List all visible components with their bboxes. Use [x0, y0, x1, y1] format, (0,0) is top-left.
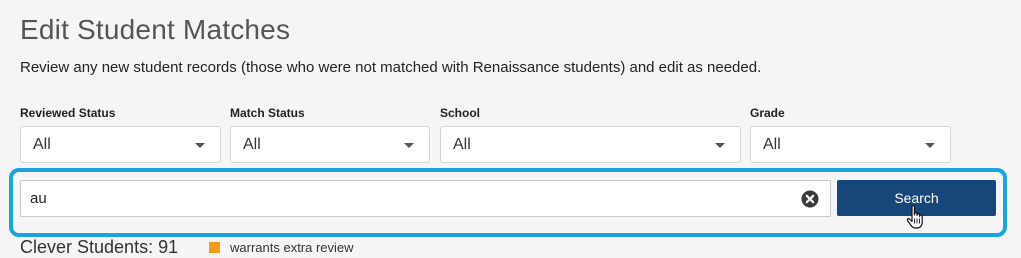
legend-text: warrants extra review: [230, 240, 354, 255]
clear-icon[interactable]: [801, 190, 819, 208]
search-input-value: au: [30, 190, 47, 207]
legend-item: warrants extra review: [209, 240, 354, 255]
filter-label-match-status: Match Status: [230, 106, 305, 120]
filter-reviewed-status: Reviewed Status All: [20, 105, 221, 163]
filter-label-school: School: [440, 106, 481, 120]
match-status-value: All: [243, 136, 261, 153]
hand-cursor-icon: [906, 205, 923, 229]
school-select[interactable]: All: [440, 126, 741, 163]
match-status-select[interactable]: All: [230, 126, 430, 163]
filter-label-grade: Grade: [750, 106, 785, 120]
grade-value: All: [763, 136, 781, 153]
grade-select[interactable]: All: [750, 126, 951, 163]
chevron-down-icon: [925, 143, 935, 148]
chevron-down-icon: [404, 143, 414, 148]
search-input[interactable]: au: [20, 180, 831, 217]
page-subtitle: Review any new student records (those wh…: [20, 59, 762, 76]
filter-label-reviewed-status: Reviewed Status: [20, 106, 116, 120]
reviewed-status-value: All: [33, 136, 51, 153]
legend-swatch-icon: [209, 242, 220, 253]
filter-grade: Grade All: [750, 105, 951, 163]
chevron-down-icon: [195, 143, 205, 148]
filter-match-status: Match Status All: [230, 105, 430, 163]
page-title: Edit Student Matches: [20, 14, 291, 45]
school-value: All: [453, 136, 471, 153]
filter-school: School All: [440, 105, 741, 163]
chevron-down-icon: [715, 143, 725, 148]
reviewed-status-select[interactable]: All: [20, 126, 221, 163]
results-heading: Clever Students: 91: [20, 237, 179, 257]
